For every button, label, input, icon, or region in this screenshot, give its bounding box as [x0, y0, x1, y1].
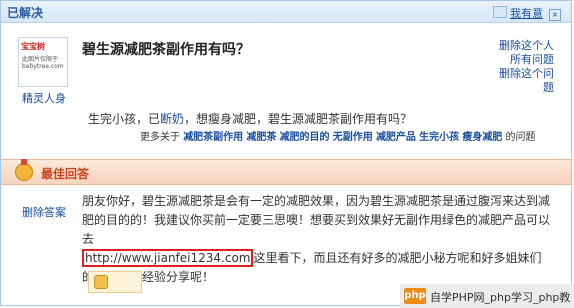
best-answer-header: 最佳回答 — [1, 159, 571, 185]
watermark-text: 自学PHP网_php学习_php教 — [430, 291, 571, 304]
medal-icon — [15, 159, 33, 181]
keyword-link[interactable]: 生完小孩 — [419, 132, 459, 143]
keyword-link[interactable]: 减肥产品 — [376, 132, 416, 143]
delete-user-link[interactable]: 删除这个人 — [484, 39, 554, 53]
close-icon[interactable]: × — [549, 9, 561, 21]
avatar-caption: 此图片仅限于 babytree.com — [22, 56, 64, 70]
delete-question-link[interactable]: 删除这个问 — [484, 67, 554, 81]
keyword-link[interactable]: 无副作用 — [333, 132, 373, 143]
status-title: 已解决 — [7, 6, 44, 20]
question-text-end: ，想瘦身减肥，碧生源减肥茶副作用有吗？ — [184, 112, 413, 126]
admin-links: 删除这个人 所有问题 删除这个问 题 — [484, 39, 554, 95]
related-keywords: 更多关于 减肥茶副作用 减肥茶 减肥的目的 无副作用 减肥产品 生完小孩 瘦身减… — [140, 128, 536, 143]
answer-text-start: 朋友你好，碧生源减肥茶是会有一定的减肥效果，因为碧生源减肥茶是通过腹泻来达到减肥… — [82, 194, 551, 246]
compete-icon — [493, 6, 507, 18]
keyword-link[interactable]: 减肥茶 — [246, 132, 276, 143]
best-answer-title: 最佳回答 — [41, 167, 90, 181]
related-suffix: 的问题 — [505, 132, 536, 143]
asker-name[interactable]: 精灵人身 — [22, 90, 66, 106]
question-text-start: 生完小孩，已 — [88, 112, 161, 126]
keyword-link[interactable]: 瘦身减肥 — [462, 132, 502, 143]
answer-url[interactable]: http://www.jianfei1234.com — [82, 249, 254, 267]
related-prefix: 更多关于 — [140, 132, 180, 143]
panel-header: 已解决 我有意 × — [1, 1, 571, 23]
header-actions: 我有意 × — [493, 5, 561, 21]
delete-question-link-cont[interactable]: 题 — [484, 81, 554, 95]
keyword-link[interactable]: 减肥的目的 — [280, 132, 330, 143]
delete-answer-link[interactable]: 删除答案 — [22, 204, 66, 220]
like-button[interactable] — [88, 271, 142, 293]
avatar-brand: 宝宝树 — [21, 42, 65, 52]
thumbs-up-icon — [94, 275, 108, 289]
question-body: 生完小孩，已断奶，想瘦身减肥，碧生源减肥茶副作用有吗？ — [88, 110, 412, 127]
keyword-link[interactable]: 减肥茶副作用 — [183, 132, 243, 143]
best-answer-body: 朋友你好，碧生源减肥茶是会有一定的减肥效果，因为碧生源减肥茶是通过腹泻来达到减肥… — [82, 192, 552, 287]
question-title: 碧生源减肥茶副作用有吗？ — [82, 42, 250, 58]
all-questions-link[interactable]: 所有问题 — [484, 53, 554, 67]
watermark: php 自学PHP网_php学习_php教 — [400, 284, 574, 308]
avatar[interactable]: 宝宝树 此图片仅限于 babytree.com — [18, 37, 68, 87]
watermark-logo: php — [404, 288, 426, 304]
compete-link[interactable]: 我有意 — [510, 7, 543, 20]
keyword-link-breastfeeding[interactable]: 断奶 — [160, 112, 184, 126]
